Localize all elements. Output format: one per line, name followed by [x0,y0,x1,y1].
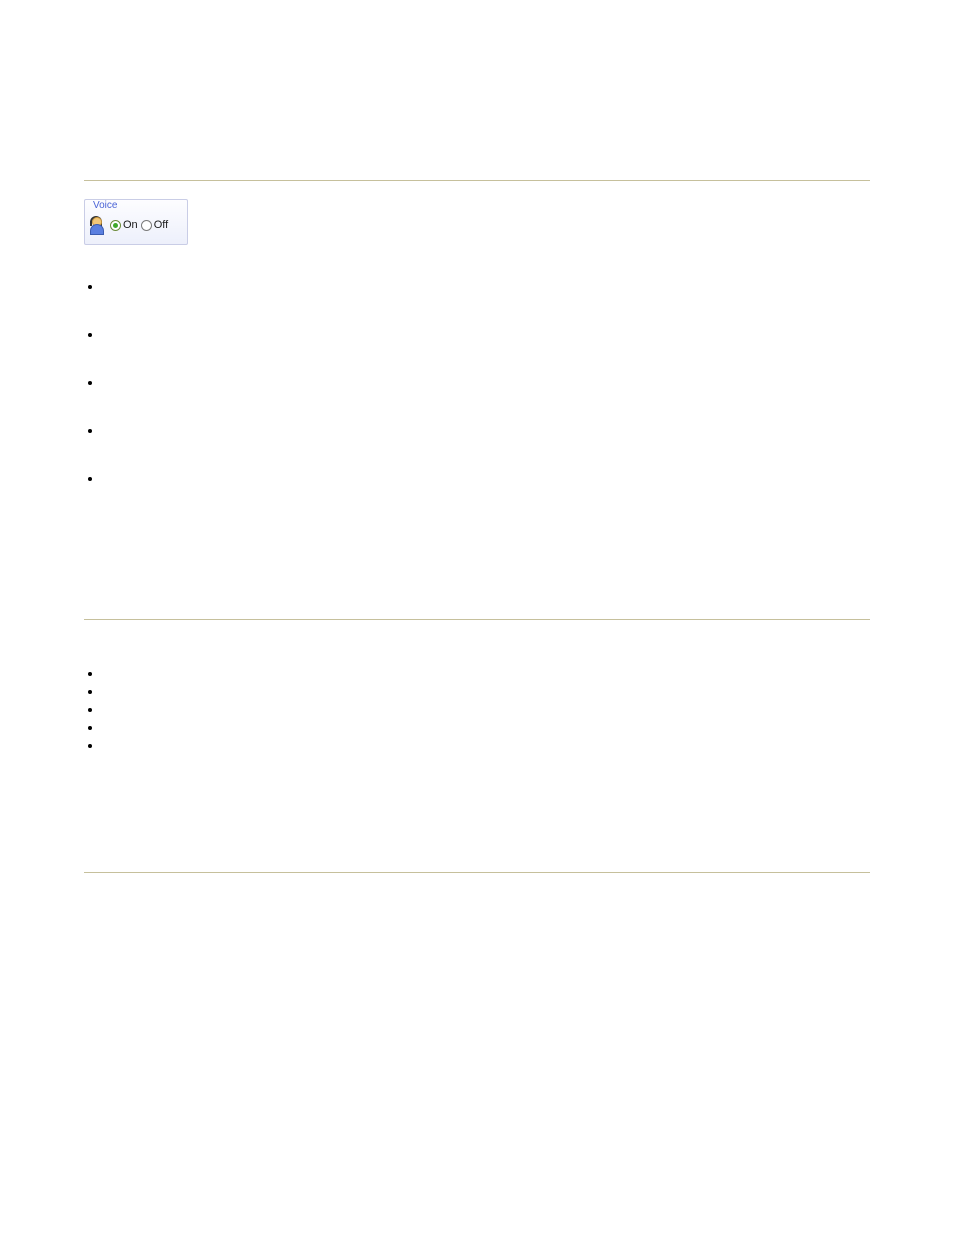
voice-on-radio[interactable]: On [110,219,138,231]
voice-legend: Voice [91,199,119,211]
radio-icon [110,220,121,231]
list-item [102,327,870,341]
horizontal-rule [84,872,870,873]
list-item [102,279,870,293]
list-item [102,423,870,437]
headset-person-icon [89,216,107,234]
radio-icon [141,220,152,231]
voice-panel: Voice On Off [84,199,188,245]
document-page: Voice On Off [0,0,954,1235]
voice-on-label: On [123,219,138,231]
list-item [102,720,870,734]
list-item [102,666,870,680]
bullet-list-2 [84,666,870,752]
list-item [102,375,870,389]
voice-off-label: Off [154,219,168,231]
voice-off-radio[interactable]: Off [141,219,168,231]
list-item [102,684,870,698]
horizontal-rule [84,619,870,620]
bullet-list-1 [84,279,870,485]
list-item [102,471,870,485]
horizontal-rule [84,180,870,181]
voice-controls-row: On Off [89,216,168,234]
list-item [102,738,870,752]
list-item [102,702,870,716]
